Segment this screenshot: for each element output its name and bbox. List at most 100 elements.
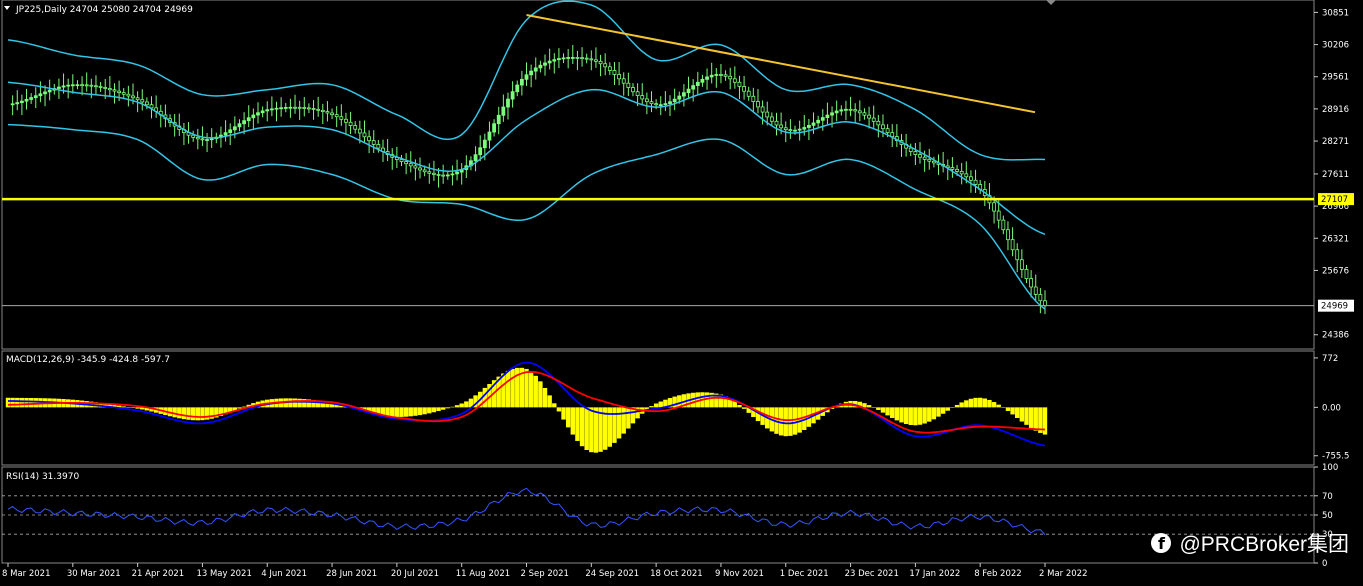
candle-body (404, 161, 409, 165)
candle-body (260, 110, 265, 114)
x-tick-label: 23 Dec 2021 (845, 569, 899, 579)
candle-body (524, 74, 529, 80)
macd-hist-bar (292, 398, 298, 408)
collapse-arrow-icon[interactable] (4, 6, 10, 10)
candle-body (700, 78, 705, 83)
macd-hist-bar (195, 407, 201, 421)
rsi-line (7, 487, 1046, 535)
candle-body (80, 84, 84, 87)
candle-body (413, 165, 418, 169)
macd-hist-bar (135, 407, 140, 409)
candle-body (607, 66, 612, 71)
candle-body (112, 89, 117, 92)
macd-hist-bar (413, 407, 418, 416)
candle-body (371, 140, 376, 145)
candle-body (302, 107, 307, 109)
candle-body (307, 107, 311, 110)
price-tick-label: 28271 (1322, 137, 1349, 147)
candle-body (969, 176, 973, 181)
candle-body (677, 95, 682, 100)
candle-body (931, 160, 936, 164)
x-tick-label: 8 Feb 2022 (974, 569, 1022, 579)
candle-body (445, 174, 450, 177)
macd-hist-bar (626, 407, 631, 429)
candle-body (223, 132, 228, 136)
grid-lines (2, 495, 1314, 535)
candle-body (506, 98, 510, 108)
candle-body (644, 98, 649, 103)
candle-body (1038, 294, 1043, 302)
macd-hist-bar (390, 407, 395, 417)
candle-body (621, 78, 626, 84)
macd-hist-bar (570, 407, 575, 435)
candle-body (1015, 249, 1020, 261)
candle-body (663, 103, 668, 106)
macd-hist-bar (1001, 407, 1006, 408)
candle-body (61, 85, 66, 88)
price-tick-label: 28916 (1322, 105, 1349, 115)
macd-hist-bar (621, 407, 626, 434)
candle-body (612, 70, 617, 75)
candle-body (408, 163, 413, 167)
macd-hist-bar (982, 398, 988, 408)
macd-hist-bar (1028, 407, 1034, 428)
candle-body (1006, 229, 1010, 241)
x-tick-label: 4 Jun 2021 (261, 569, 307, 579)
macd-hist-bar (908, 407, 913, 426)
candle-body (584, 57, 589, 60)
candle-body (436, 173, 441, 176)
candle-body (107, 88, 112, 91)
macd-hist-bar (450, 406, 455, 408)
candle-body (311, 108, 316, 110)
axes: 3085130206295612891628271276112696626321… (2, 8, 1354, 579)
candle-body (209, 138, 214, 141)
macd-hist-bar (922, 407, 927, 424)
candle-body (723, 74, 728, 77)
macd-hist-bar (940, 407, 946, 414)
macd-hist-bar (5, 397, 11, 408)
candle-body (482, 139, 487, 149)
candle-body (135, 97, 140, 101)
scroll-marker-icon[interactable] (1046, 0, 1056, 5)
macd-hist-bar (987, 399, 992, 408)
candle-body (10, 103, 15, 106)
macd-hist-bar (1010, 407, 1015, 415)
macd-hist-bar (538, 381, 543, 408)
macd-hist-bar (459, 403, 464, 408)
candle-body (918, 154, 922, 158)
candle-body (844, 108, 848, 111)
macd-hist-bar (783, 407, 788, 437)
price-tick-label: 30851 (1322, 8, 1349, 18)
main-panel-frame (1, 0, 1315, 350)
candle-body (816, 119, 821, 124)
x-tick-label: 8 Mar 2021 (2, 569, 50, 579)
candle-body (256, 112, 260, 116)
candle-body (89, 84, 94, 87)
macd-hist-bar (653, 403, 659, 408)
candle-body (57, 86, 61, 89)
candle-body (70, 84, 75, 87)
candle-body (552, 59, 557, 62)
candle-body (580, 57, 584, 60)
x-tick-label: 20 Jul 2021 (391, 569, 439, 579)
candle-body (598, 60, 603, 65)
candle-body (487, 131, 492, 141)
candle-body (922, 156, 927, 160)
macd-hist-bar (200, 407, 205, 421)
candle-body (658, 104, 663, 107)
macd-hist-bar (24, 397, 29, 408)
macd-hist-bar (15, 397, 20, 408)
trading-chart[interactable]: 30851 30206 29561 28916 28271 27611 26966 26321… (0, 0, 1363, 582)
price-label: 24969 (1321, 302, 1348, 312)
candle-body (144, 101, 149, 106)
x-tick-label: 28 Jun 2021 (326, 569, 377, 579)
candle-body (927, 158, 932, 162)
macd-hist-bar (417, 407, 423, 416)
candle-body (575, 57, 580, 59)
macd-hist-bar (936, 407, 941, 417)
candle-body (131, 95, 135, 99)
candle-body (47, 89, 52, 93)
macd-hist-bar (1005, 407, 1011, 411)
candle-body (533, 67, 538, 72)
macd-hist-bar (130, 407, 136, 408)
